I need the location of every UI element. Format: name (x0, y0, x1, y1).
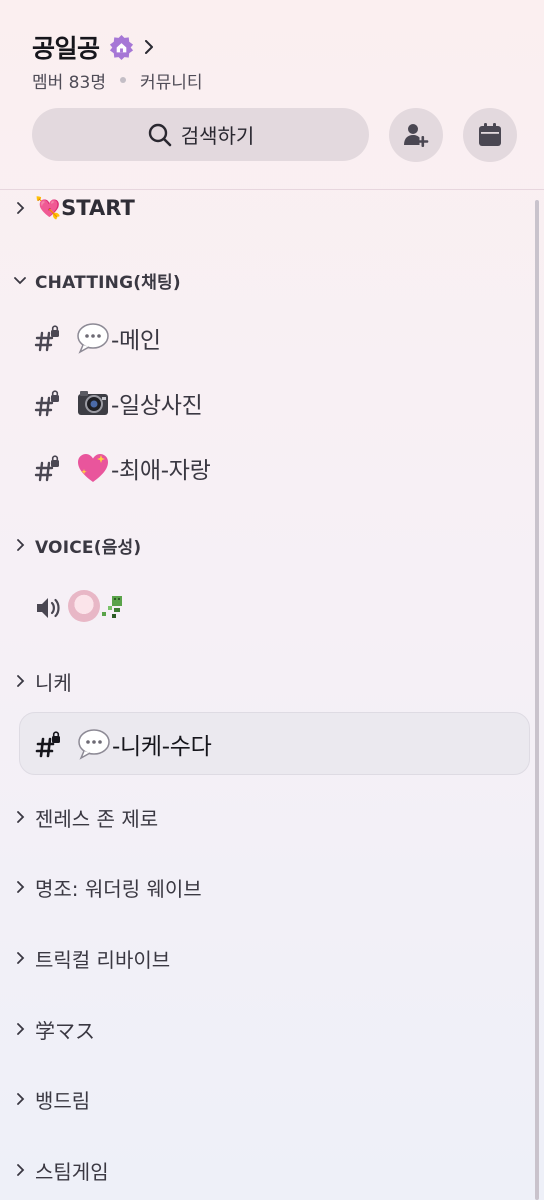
calendar-icon (479, 123, 501, 146)
chevron-right-icon (144, 40, 153, 54)
scrollbar[interactable] (535, 200, 539, 1200)
home-badge-icon (109, 34, 133, 60)
channel-name: -최애-자랑 (111, 458, 211, 484)
channel-bias-brag[interactable]: -최애-자랑 (0, 444, 530, 492)
add-member-icon (404, 124, 429, 147)
speech-bubble-icon (78, 728, 110, 760)
server-name[interactable]: 공일공 (32, 29, 100, 65)
chevron-right-icon (17, 952, 25, 964)
chevron-right-icon (17, 811, 25, 823)
chevron-right-icon (17, 539, 25, 551)
category-nikke[interactable]: 니케 (0, 663, 530, 699)
search-button[interactable]: 검색하기 (32, 108, 369, 161)
sparkling-heart-icon (78, 454, 108, 482)
locked-text-channel-icon (34, 325, 59, 352)
voice-channel[interactable] (0, 584, 530, 632)
camera-icon (78, 391, 108, 415)
channel-nikke-chat[interactable]: -니케-수다 (19, 712, 530, 775)
category-label: VOICE(음성) (35, 537, 142, 558)
invite-member-button[interactable] (389, 108, 443, 162)
chevron-right-icon (17, 1023, 25, 1035)
search-label: 검색하기 (180, 124, 255, 148)
locked-text-channel-icon (34, 455, 59, 482)
category-bandori[interactable]: 뱅드림 (0, 1081, 530, 1117)
channel-name: -니케-수다 (112, 733, 212, 760)
locked-text-channel-icon (34, 390, 59, 417)
chevron-right-icon (17, 1093, 25, 1105)
category-label: 学マス (35, 1018, 95, 1043)
chevron-right-icon (17, 675, 25, 687)
category-label: 명조: 워더링 웨이브 (35, 876, 202, 901)
anime-avatar-icon (68, 590, 100, 622)
category-trickcal[interactable]: 트릭컬 리바이브 (0, 940, 530, 976)
speech-bubble-icon (77, 323, 109, 354)
category-wuthering-waves[interactable]: 명조: 워더링 웨이브 (0, 869, 530, 905)
chevron-right-icon (17, 202, 25, 214)
chevron-down-icon (14, 277, 26, 285)
channel-name: -일상사진 (111, 393, 203, 419)
server-type-label: 커뮤니티 (139, 72, 203, 93)
category-start[interactable]: 💘START (0, 190, 530, 226)
category-label: CHATTING(채팅) (35, 272, 181, 293)
chevron-right-icon (17, 881, 25, 893)
member-count: 멤버 83명 (32, 72, 106, 93)
server-meta: 멤버 83명 커뮤니티 (32, 68, 203, 93)
category-zenless-zone-zero[interactable]: 젠레스 존 제로 (0, 799, 530, 835)
channel-main[interactable]: -메인 (0, 314, 530, 362)
speaker-icon (37, 598, 60, 618)
server-title-row[interactable]: 공일공 (32, 30, 155, 64)
events-button[interactable] (463, 108, 517, 162)
category-label: 니케 (35, 670, 72, 695)
category-label: 뱅드림 (35, 1088, 91, 1113)
category-label: 젠레스 존 제로 (35, 806, 159, 831)
channel-name: -메인 (111, 328, 161, 354)
chevron-right-icon (17, 1164, 25, 1176)
category-chatting[interactable]: CHATTING(채팅) (0, 262, 530, 298)
separator-dot (119, 77, 126, 83)
category-label: 스팀게임 (35, 1159, 109, 1184)
server-header: 공일공 멤버 83명 커뮤니티 검색하기 (0, 0, 544, 190)
category-label: 💘START (35, 195, 135, 220)
category-label: 트릭컬 리바이브 (35, 947, 171, 972)
pixel-creature-icon (102, 596, 122, 618)
channel-daily-photos[interactable]: -일상사진 (0, 379, 530, 427)
category-voice[interactable]: VOICE(음성) (0, 527, 530, 563)
category-gakumas[interactable]: 学マス (0, 1011, 530, 1047)
locked-text-channel-icon (35, 730, 60, 757)
category-steam-games[interactable]: 스팀게임 (0, 1152, 530, 1188)
search-icon (148, 123, 171, 146)
